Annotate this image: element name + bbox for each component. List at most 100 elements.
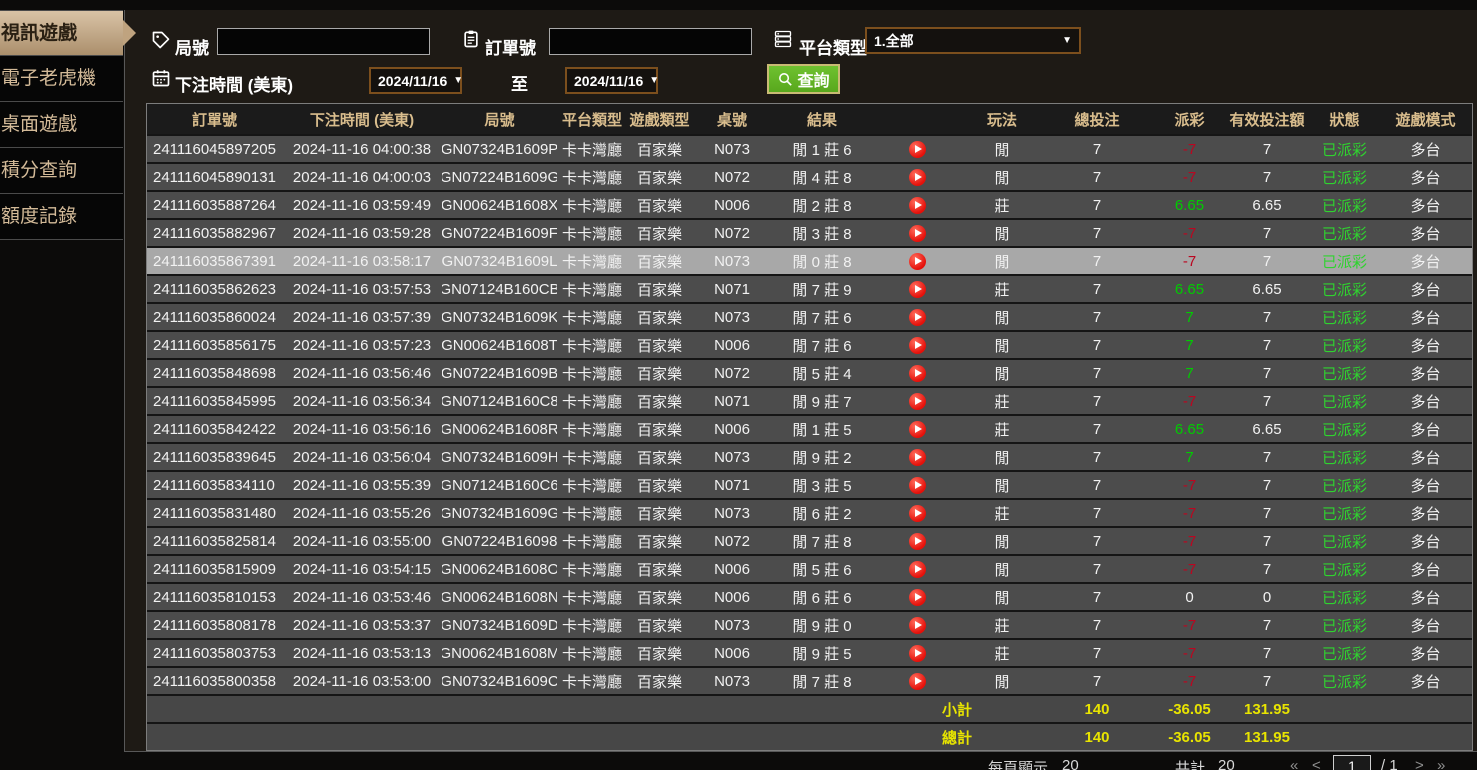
table-header-row: 訂單號下注時間 (美東)局號平台類型遊戲類型桌號結果玩法總投注派彩有效投注額狀態… <box>147 104 1472 134</box>
cell-result: 閒 5 莊 4 <box>772 360 872 386</box>
play-video-icon[interactable] <box>909 561 926 578</box>
cell-bet-time: 2024-11-16 03:59:49 <box>282 192 442 218</box>
tag-icon <box>151 30 171 50</box>
betting-records-table: 訂單號下注時間 (美東)局號平台類型遊戲類型桌號結果玩法總投注派彩有效投注額狀態… <box>146 103 1473 751</box>
table-row[interactable]: 2411160358314802024-11-16 03:55:26GN0732… <box>147 498 1472 526</box>
table-row[interactable]: 2411160358003582024-11-16 03:53:00GN0732… <box>147 666 1472 694</box>
cell-order-no: 241116035860024 <box>147 304 282 330</box>
play-video-icon[interactable] <box>909 533 926 550</box>
table-row[interactable]: 2411160358486982024-11-16 03:56:46GN0722… <box>147 358 1472 386</box>
cell-platform-type: 卡卡灣廳 <box>557 276 627 302</box>
sidebar-item[interactable]: 額度記錄 <box>0 194 123 240</box>
table-row[interactable]: 2411160358459952024-11-16 03:56:34GN0712… <box>147 386 1472 414</box>
play-video-icon[interactable] <box>909 197 926 214</box>
cell-round-no: GN07224B1609F <box>442 220 557 246</box>
sidebar-item[interactable]: 電子老虎機 <box>0 56 123 102</box>
cell-bet-time: 2024-11-16 03:57:23 <box>282 332 442 358</box>
play-video-icon[interactable] <box>909 505 926 522</box>
search-icon <box>777 71 794 88</box>
cell-play <box>872 388 962 414</box>
cell-order-no: 241116035862623 <box>147 276 282 302</box>
sidebar-item[interactable]: 桌面遊戲 <box>0 102 123 148</box>
play-video-icon[interactable] <box>909 673 926 690</box>
cell-play <box>872 192 962 218</box>
play-video-icon[interactable] <box>909 645 926 662</box>
table-row[interactable]: 2411160358159092024-11-16 03:54:15GN0062… <box>147 554 1472 582</box>
cell-total-bet: 7 <box>1042 668 1152 694</box>
cell-order-no: 241116035856175 <box>147 332 282 358</box>
table-row[interactable]: 2411160358829672024-11-16 03:59:28GN0722… <box>147 218 1472 246</box>
per-page-value[interactable]: 20 <box>1062 757 1079 770</box>
cell-order-no: 241116035808178 <box>147 612 282 638</box>
table-row[interactable]: 2411160358872642024-11-16 03:59:49GN0062… <box>147 190 1472 218</box>
play-video-icon[interactable] <box>909 337 926 354</box>
date-to-label: 至 <box>511 70 528 95</box>
table-row[interactable]: 2411160358101532024-11-16 03:53:46GN0062… <box>147 582 1472 610</box>
table-row[interactable]: 2411160358673912024-11-16 03:58:17GN0732… <box>147 246 1472 274</box>
table-row[interactable]: 2411160358396452024-11-16 03:56:04GN0732… <box>147 442 1472 470</box>
cell-game-mode: 多台 <box>1382 276 1469 302</box>
table-row[interactable]: 2411160358424222024-11-16 03:56:16GN0062… <box>147 414 1472 442</box>
cell-play-type: 閒 <box>962 472 1042 498</box>
order-no-input[interactable] <box>549 28 752 55</box>
play-video-icon[interactable] <box>909 617 926 634</box>
cell-total-bet: 7 <box>1042 332 1152 358</box>
platform-type-select[interactable]: 1.全部 ▼ <box>865 27 1081 54</box>
first-page-button[interactable]: « <box>1290 757 1298 770</box>
table-row[interactable]: 2411160358341102024-11-16 03:55:39GN0712… <box>147 470 1472 498</box>
last-page-button[interactable]: » <box>1437 757 1445 770</box>
cell-order-no: 241116035867391 <box>147 248 282 274</box>
cell-game-type: 百家樂 <box>627 584 692 610</box>
play-video-icon[interactable] <box>909 141 926 158</box>
date-from-select[interactable]: 2024/11/16 ▼ <box>369 67 462 94</box>
cell-bet-time: 2024-11-16 04:00:38 <box>282 136 442 162</box>
table-row[interactable]: 2411160358258142024-11-16 03:55:00GN0722… <box>147 526 1472 554</box>
cell-play-type: 閒 <box>962 304 1042 330</box>
table-row[interactable]: 2411160458901312024-11-16 04:00:03GN0722… <box>147 162 1472 190</box>
cell-play-type: 閒 <box>962 444 1042 470</box>
cell-result: 閒 7 莊 8 <box>772 528 872 554</box>
table-row[interactable]: 2411160458972052024-11-16 04:00:38GN0732… <box>147 134 1472 162</box>
table-row[interactable]: 2411160358037532024-11-16 03:53:13GN0062… <box>147 638 1472 666</box>
sidebar-item[interactable]: 積分查詢 <box>0 148 123 194</box>
table-row[interactable]: 2411160358600242024-11-16 03:57:39GN0732… <box>147 302 1472 330</box>
cell-valid-bet: 7 <box>1227 332 1307 358</box>
current-page-input[interactable]: 1 <box>1333 755 1371 770</box>
cell-valid-bet: 7 <box>1227 528 1307 554</box>
cell-valid-bet: 7 <box>1227 556 1307 582</box>
summary-valid-bet: 131.95 <box>1227 696 1307 722</box>
play-video-icon[interactable] <box>909 421 926 438</box>
cell-bet-time: 2024-11-16 03:56:46 <box>282 360 442 386</box>
cell-round-no: GN07124B160C6 <box>442 472 557 498</box>
play-video-icon[interactable] <box>909 281 926 298</box>
cell-game-type: 百家樂 <box>627 164 692 190</box>
next-page-button[interactable]: > <box>1415 757 1424 770</box>
summary-label: 小計 <box>872 696 1042 722</box>
play-video-icon[interactable] <box>909 253 926 270</box>
play-video-icon[interactable] <box>909 225 926 242</box>
play-video-icon[interactable] <box>909 309 926 326</box>
table-row[interactable]: 2411160358626232024-11-16 03:57:53GN0712… <box>147 274 1472 302</box>
sidebar-item[interactable]: 視訊遊戲 <box>0 10 123 56</box>
cell-total-bet: 7 <box>1042 584 1152 610</box>
search-button[interactable]: 查詢 <box>767 64 840 94</box>
prev-page-button[interactable]: < <box>1312 757 1321 770</box>
cell-result: 閒 9 莊 7 <box>772 388 872 414</box>
play-video-icon[interactable] <box>909 365 926 382</box>
round-no-input[interactable] <box>217 28 430 55</box>
cell-play-type: 閒 <box>962 332 1042 358</box>
cell-valid-bet: 7 <box>1227 304 1307 330</box>
cell-play <box>872 276 962 302</box>
date-to-select[interactable]: 2024/11/16 ▼ <box>565 67 658 94</box>
play-video-icon[interactable] <box>909 477 926 494</box>
table-row[interactable]: 2411160358561752024-11-16 03:57:23GN0062… <box>147 330 1472 358</box>
cell-round-no: GN00624B1608R <box>442 416 557 442</box>
table-row[interactable]: 2411160358081782024-11-16 03:53:37GN0732… <box>147 610 1472 638</box>
play-video-icon[interactable] <box>909 393 926 410</box>
cell-payout: -7 <box>1152 388 1227 414</box>
play-video-icon[interactable] <box>909 449 926 466</box>
cell-order-no: 241116035845995 <box>147 388 282 414</box>
play-video-icon[interactable] <box>909 589 926 606</box>
cell-total-bet: 7 <box>1042 360 1152 386</box>
play-video-icon[interactable] <box>909 169 926 186</box>
